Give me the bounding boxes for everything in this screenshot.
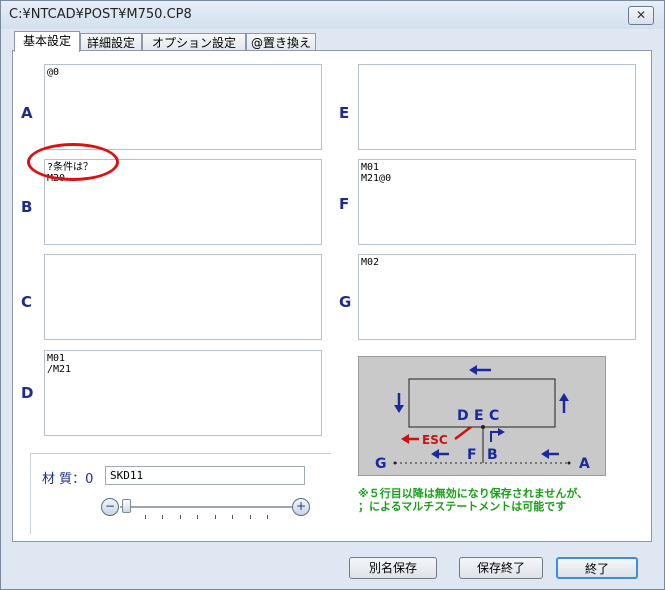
code-box-c[interactable] bbox=[44, 254, 322, 340]
esc-label: ESC bbox=[422, 433, 448, 447]
slider-tick bbox=[162, 515, 163, 519]
slider-tick bbox=[145, 515, 146, 519]
code-box-g[interactable]: M02 bbox=[358, 254, 636, 340]
exit-button[interactable]: 終了 bbox=[556, 557, 638, 579]
arrow-left-icon bbox=[431, 449, 449, 459]
code-box-a[interactable]: @0 bbox=[44, 64, 322, 150]
point-label-f: F bbox=[467, 447, 477, 463]
help-note-line1: ※５行目以降は無効になり保存されませんが、 bbox=[358, 487, 589, 500]
point-c-marker bbox=[481, 425, 485, 429]
point-label-b: B bbox=[487, 447, 498, 463]
slot-label-g: G bbox=[339, 293, 352, 311]
point-label-e: E bbox=[474, 408, 484, 424]
slider-tick bbox=[232, 515, 233, 519]
slider-tick bbox=[197, 515, 198, 519]
code-box-e[interactable] bbox=[358, 64, 636, 150]
material-label: 材 質：0 bbox=[42, 472, 94, 487]
slot-label-a: A bbox=[21, 104, 33, 122]
toolpath-svg: D E C ESC F B G A bbox=[375, 365, 590, 472]
slot-label-e: E bbox=[339, 104, 350, 122]
annotation-ellipse bbox=[27, 143, 119, 181]
zoom-minus-button[interactable]: − bbox=[101, 498, 119, 516]
help-note: ※５行目以降は無効になり保存されませんが、 ；によるマルチステートメントは可能で… bbox=[358, 487, 588, 513]
slot-label-f: F bbox=[339, 195, 350, 213]
material-input[interactable]: SKD11 bbox=[105, 466, 305, 485]
slot-label-b: B bbox=[21, 198, 33, 216]
arrow-turn-icon bbox=[490, 428, 505, 442]
close-button[interactable]: ✕ bbox=[628, 6, 654, 25]
slot-label-c: C bbox=[21, 293, 33, 311]
point-a-marker bbox=[567, 461, 571, 465]
help-note-line2: ；によるマルチステートメントは可能です bbox=[358, 500, 567, 513]
slider-tick bbox=[180, 515, 181, 519]
arrow-up-icon bbox=[559, 393, 569, 413]
zoom-plus-button[interactable]: + bbox=[292, 498, 310, 516]
slot-label-d: D bbox=[21, 384, 34, 402]
point-label-c: C bbox=[489, 408, 499, 424]
point-g-marker bbox=[393, 461, 397, 465]
arrow-down-icon bbox=[394, 393, 404, 413]
code-box-f[interactable]: M01 M21@0 bbox=[358, 159, 636, 245]
toolpath-diagram: D E C ESC F B G A bbox=[358, 356, 606, 476]
arrow-left-icon bbox=[469, 365, 491, 375]
slider-tick bbox=[250, 515, 251, 519]
window-title: C:¥NTCAD¥POST¥M750.CP8 bbox=[9, 7, 192, 22]
slider-tick bbox=[267, 515, 268, 519]
arrow-left-icon bbox=[541, 449, 559, 459]
title-bar: C:¥NTCAD¥POST¥M750.CP8 ✕ bbox=[1, 1, 664, 29]
tab-basic-settings[interactable]: 基本設定 bbox=[14, 31, 80, 52]
code-box-d[interactable]: M01 /M21 bbox=[44, 350, 322, 436]
zoom-slider-track[interactable] bbox=[120, 506, 295, 508]
point-label-a: A bbox=[579, 456, 590, 472]
save-as-button[interactable]: 別名保存 bbox=[349, 557, 437, 579]
slider-tick bbox=[215, 515, 216, 519]
point-label-g: G bbox=[375, 456, 387, 472]
point-label-d: D bbox=[457, 408, 469, 424]
zoom-slider-thumb[interactable] bbox=[122, 499, 131, 513]
save-and-exit-button[interactable]: 保存終了 bbox=[459, 557, 543, 579]
